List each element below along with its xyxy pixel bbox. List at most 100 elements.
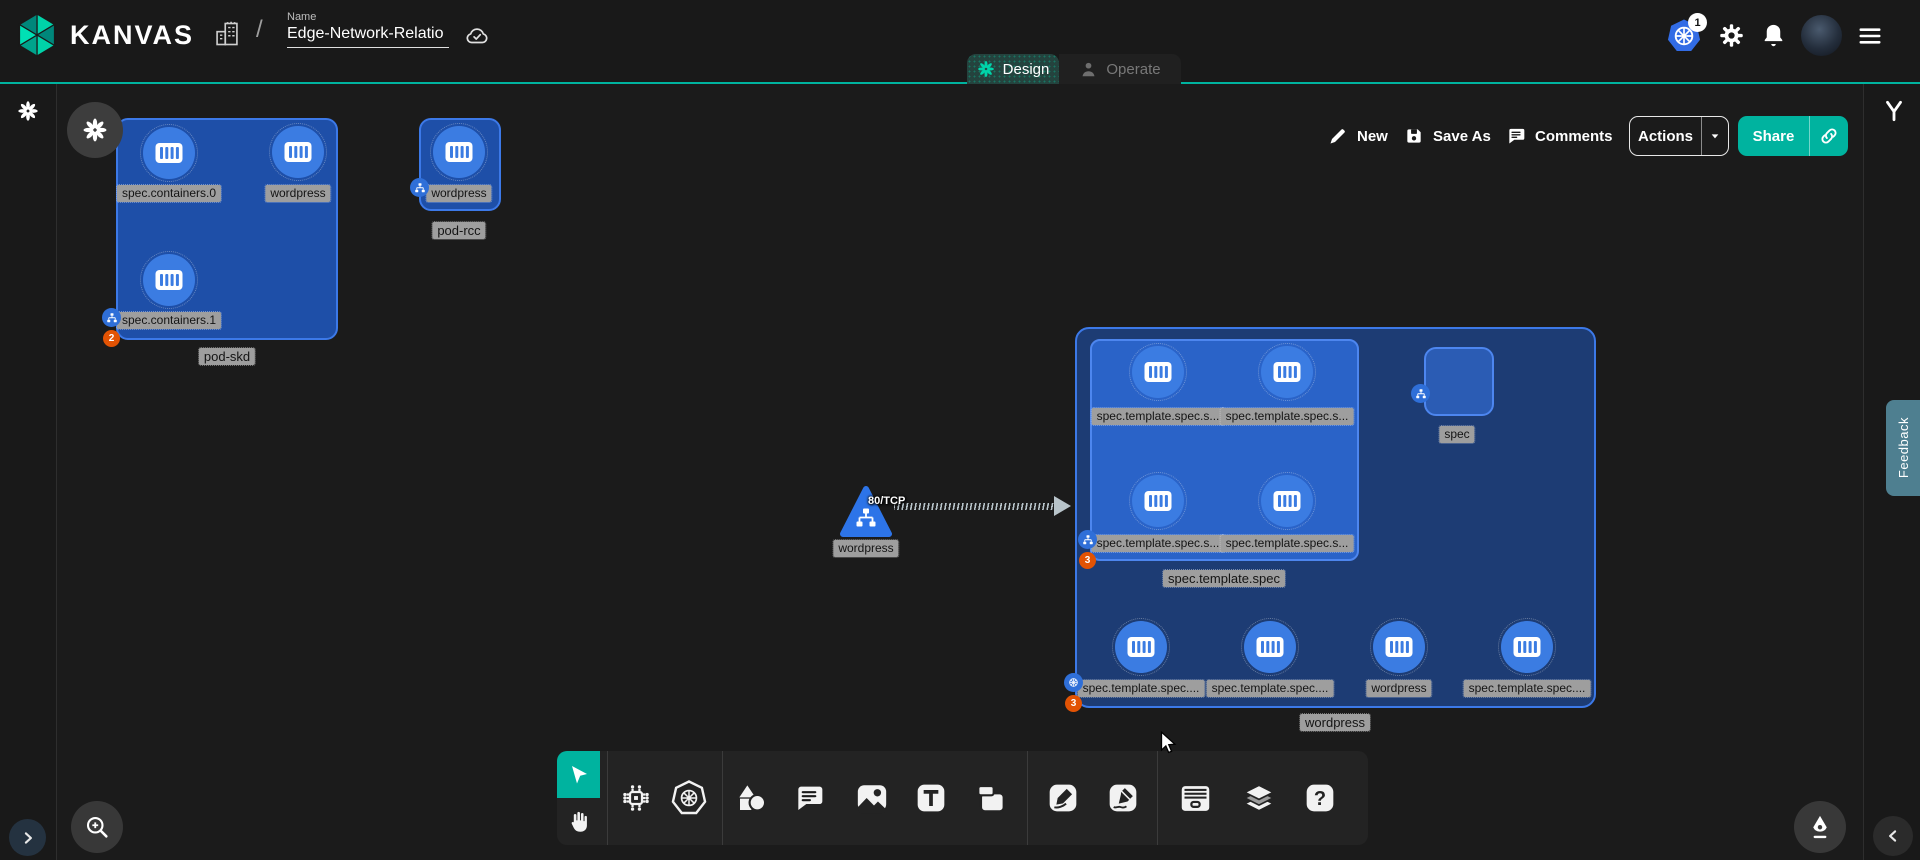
link-icon: [1819, 126, 1839, 146]
tab-design[interactable]: Design: [967, 54, 1059, 84]
chevron-right-icon: [18, 828, 38, 848]
note-icon: [975, 782, 1007, 814]
tool-shapes[interactable]: [730, 776, 774, 820]
new-button[interactable]: New: [1328, 116, 1388, 156]
node-label: spec.template.spec.s...: [1092, 408, 1225, 425]
design-name-block: Name: [287, 11, 449, 48]
group-label-deployment-wordpress: wordpress: [1300, 714, 1370, 731]
menu-button[interactable]: [1856, 22, 1884, 50]
node-label-spec: spec: [1439, 426, 1474, 443]
tool-layers[interactable]: [1237, 776, 1281, 820]
k8s-context-switcher[interactable]: 1: [1666, 18, 1706, 58]
toolbar-divider: [607, 751, 608, 845]
tool-freehand[interactable]: [1101, 776, 1145, 820]
container-node-template-2[interactable]: [1132, 475, 1184, 527]
container-node-bottom-0[interactable]: [1115, 621, 1167, 673]
tool-comment[interactable]: [787, 776, 831, 820]
canvas-config-button[interactable]: [67, 102, 123, 158]
design-name-label: Name: [287, 11, 449, 23]
container-node-template-3[interactable]: [1261, 475, 1313, 527]
container-node-wordpress-2[interactable]: [433, 126, 485, 178]
relationship-badge[interactable]: [1411, 384, 1430, 403]
container-node-bottom-3[interactable]: [1501, 621, 1553, 673]
pen-mode-button[interactable]: [1794, 801, 1846, 853]
comments-button-label: Comments: [1535, 128, 1613, 145]
drawer-archive-icon: [1179, 782, 1212, 815]
spiral-icon: [17, 100, 39, 122]
error-count-badge[interactable]: 3: [1065, 695, 1082, 712]
organization-icon[interactable]: [213, 20, 241, 48]
expand-left-panel-button[interactable]: [9, 819, 46, 856]
node-label: wordpress: [265, 185, 330, 202]
right-rail-y-button[interactable]: [1881, 96, 1907, 126]
node-label: spec.template.spec.s...: [1221, 408, 1354, 425]
container-node-bottom-1[interactable]: [1244, 621, 1296, 673]
toolbar-divider: [722, 751, 723, 845]
zoom-button[interactable]: [71, 801, 123, 853]
user-avatar[interactable]: [1801, 15, 1842, 56]
copy-link-button[interactable]: [1810, 126, 1848, 146]
tool-components[interactable]: [614, 776, 658, 820]
tool-kubernetes[interactable]: [667, 776, 711, 820]
design-tab-icon: [977, 60, 995, 78]
feedback-label: Feedback: [1896, 417, 1911, 478]
relationship-badge[interactable]: [410, 178, 429, 197]
tool-drawer[interactable]: [1173, 776, 1217, 820]
tool-select[interactable]: [557, 751, 600, 798]
tab-operate[interactable]: Operate: [1059, 54, 1181, 84]
node-spec[interactable]: [1424, 347, 1494, 416]
relationship-badge[interactable]: [1078, 530, 1097, 549]
relationship-badge[interactable]: [102, 308, 121, 327]
tool-text[interactable]: [909, 776, 953, 820]
container-node-spec-containers-1[interactable]: [143, 254, 195, 306]
actions-dropdown-button[interactable]: Actions: [1629, 116, 1729, 156]
snowflake-icon: [82, 117, 108, 143]
tool-image[interactable]: [850, 776, 894, 820]
app-header: KANVAS / Name Design Operate 1: [0, 0, 1920, 84]
design-name-input[interactable]: [287, 23, 449, 48]
container-node-spec-containers-0[interactable]: [143, 127, 195, 179]
kubernetes-badge[interactable]: [1064, 673, 1083, 692]
logo[interactable]: KANVAS: [16, 12, 194, 58]
hand-icon: [566, 809, 592, 835]
comments-button[interactable]: Comments: [1506, 116, 1613, 156]
save-as-button[interactable]: Save As: [1404, 116, 1491, 156]
tool-pen[interactable]: [1041, 776, 1085, 820]
feedback-tab[interactable]: Feedback: [1886, 400, 1920, 496]
container-node-bottom-2[interactable]: [1373, 621, 1425, 673]
left-rail-spinner[interactable]: [17, 100, 39, 122]
notifications-button[interactable]: [1760, 22, 1787, 49]
edge-service-to-deployment[interactable]: [894, 503, 1056, 510]
group-label-pod-skd: pod-skd: [199, 348, 255, 365]
bell-icon: [1760, 22, 1787, 49]
edge-arrowhead: [1054, 496, 1071, 516]
share-button[interactable]: Share: [1738, 116, 1848, 156]
actions-caret[interactable]: [1702, 128, 1728, 144]
toolbar-divider: [1157, 751, 1158, 845]
group-spec-template-spec[interactable]: [1090, 339, 1359, 561]
container-node-template-1[interactable]: [1261, 346, 1313, 398]
circuit-chip-icon: [618, 780, 654, 816]
comment-bubble-icon: [793, 782, 825, 814]
caret-down-icon: [1707, 128, 1723, 144]
container-node-template-0[interactable]: [1132, 346, 1184, 398]
comment-icon: [1506, 126, 1526, 146]
tool-help[interactable]: [1298, 776, 1342, 820]
tool-note[interactable]: [969, 776, 1013, 820]
breadcrumb-separator: /: [256, 16, 263, 44]
container-node-wordpress-1[interactable]: [272, 126, 324, 178]
cloud-saved-icon: [462, 23, 492, 49]
zoom-in-icon: [83, 813, 111, 841]
error-count-badge[interactable]: 3: [1079, 552, 1096, 569]
node-label: spec.containers.1: [117, 312, 221, 329]
layers-icon: [1242, 781, 1276, 815]
tool-pan[interactable]: [557, 798, 600, 845]
floppy-icon: [1404, 126, 1424, 146]
group-label-pod-rcc: pod-rcc: [432, 222, 485, 239]
error-count-badge[interactable]: 2: [103, 330, 120, 347]
settings-button[interactable]: [1718, 22, 1745, 49]
service-node-wordpress[interactable]: [840, 485, 892, 539]
collapse-right-panel-button[interactable]: [1873, 816, 1913, 856]
node-label: spec.template.spec.s...: [1221, 535, 1354, 552]
toolbar-divider: [1027, 751, 1028, 845]
